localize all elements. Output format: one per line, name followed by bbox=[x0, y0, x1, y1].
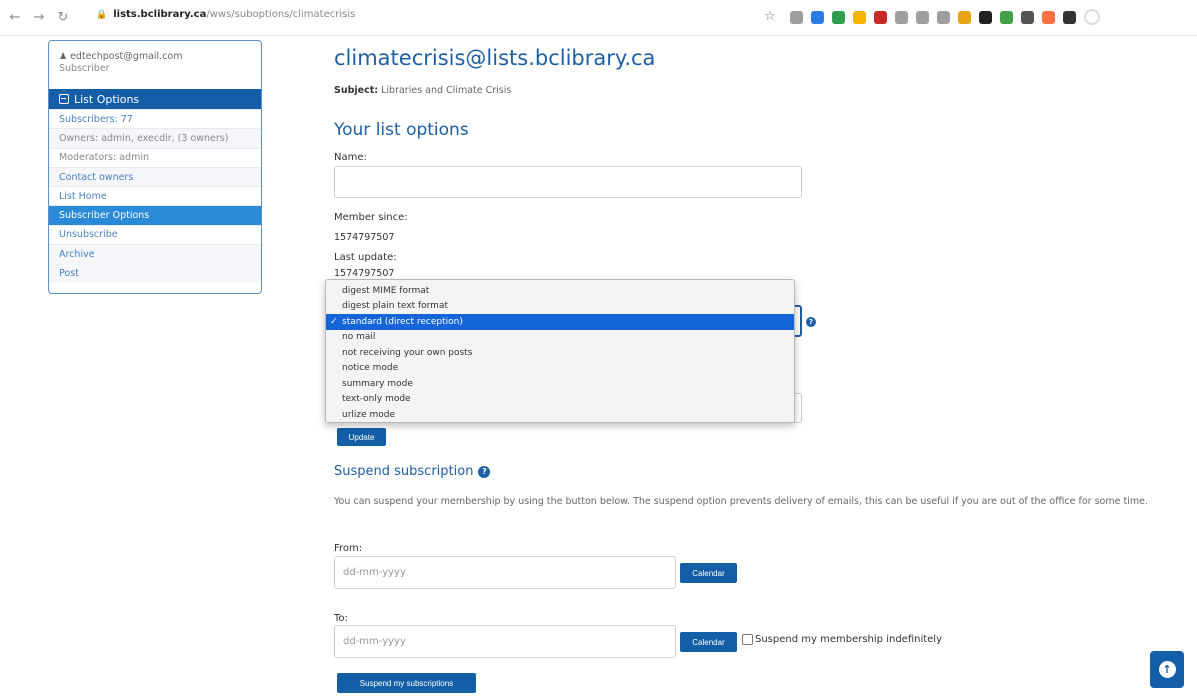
indefinitely-checkbox[interactable] bbox=[742, 634, 753, 645]
extension-icon[interactable] bbox=[874, 10, 887, 24]
arrow-up-icon: ↑ bbox=[1158, 661, 1176, 678]
to-label: To: bbox=[334, 613, 348, 624]
extension-icon[interactable] bbox=[958, 10, 971, 24]
forward-arrow-icon[interactable]: → bbox=[30, 9, 48, 27]
option-label: not receiving your own posts bbox=[342, 347, 473, 358]
sidebar-item-unsubscribe[interactable]: Unsubscribe bbox=[49, 224, 261, 245]
option-label: digest MIME format bbox=[342, 285, 430, 296]
last-update-value: 1574797507 bbox=[334, 268, 395, 279]
option-label: summary mode bbox=[342, 378, 413, 389]
user-icon: ♟ bbox=[59, 51, 68, 62]
extension-icon[interactable] bbox=[1042, 10, 1055, 24]
option-label: digest plain text format bbox=[342, 301, 448, 312]
url-path: /wws/suboptions/climatecrisis bbox=[206, 9, 356, 20]
main-content: climatecrisis@lists.bclibrary.ca Subject… bbox=[334, 40, 1194, 96]
lock-icon: 🔒 bbox=[96, 9, 108, 20]
sidebar-item-contact-owners[interactable]: Contact owners bbox=[49, 166, 261, 187]
help-icon[interactable]: ? bbox=[478, 465, 491, 478]
extension-icon[interactable] bbox=[1063, 10, 1076, 24]
option-standard-selected[interactable]: ✓ standard (direct reception) bbox=[326, 314, 794, 330]
option-notice-mode[interactable]: notice mode bbox=[326, 361, 794, 377]
option-text-only-mode[interactable]: text-only mode bbox=[326, 392, 794, 408]
sidebar-item-owners: Owners: admin, execdir, (3 owners) bbox=[49, 128, 261, 148]
member-since-label: Member since: bbox=[334, 212, 408, 223]
url-host: lists.bclibrary.ca bbox=[113, 9, 207, 20]
sidebar: ♟ edtechpost@gmail.com Subscriber List O… bbox=[48, 40, 262, 294]
extension-icon[interactable] bbox=[895, 10, 908, 24]
back-arrow-icon[interactable]: ← bbox=[6, 9, 24, 27]
reception-mode-dropdown: digest MIME format digest plain text for… bbox=[325, 279, 795, 423]
extension-icon[interactable] bbox=[937, 10, 950, 24]
option-digest-mime[interactable]: digest MIME format bbox=[326, 283, 794, 299]
address-bar[interactable]: 🔒 lists.bclibrary.ca/wws/suboptions/clim… bbox=[96, 9, 355, 20]
option-no-mail[interactable]: no mail bbox=[326, 330, 794, 346]
list-options-icon bbox=[59, 94, 69, 104]
indefinitely-option[interactable]: Suspend my membership indefinitely bbox=[742, 634, 942, 645]
last-update-label: Last update: bbox=[334, 252, 397, 263]
browser-toolbar: ← → ↻ 🔒 lists.bclibrary.ca/wws/suboption… bbox=[0, 0, 1197, 36]
profile-avatar-icon[interactable] bbox=[1084, 9, 1100, 25]
option-label: text-only mode bbox=[342, 394, 411, 405]
list-options-title: List Options bbox=[74, 92, 140, 106]
user-role: Subscriber bbox=[59, 63, 110, 74]
subject-label: Subject: bbox=[334, 85, 379, 96]
option-label: standard (direct reception) bbox=[342, 316, 463, 327]
name-label: Name: bbox=[334, 152, 367, 163]
from-date-input[interactable]: dd-mm-yyyy bbox=[334, 556, 676, 589]
option-label: no mail bbox=[342, 332, 376, 343]
checkmark-icon: ✓ bbox=[330, 316, 338, 327]
option-label: urlize mode bbox=[342, 409, 396, 420]
extension-icon[interactable] bbox=[979, 10, 992, 24]
suspend-title: Suspend subscription bbox=[334, 464, 474, 479]
suspend-heading: Suspend subscription ? bbox=[334, 464, 491, 479]
option-not-receiving-own-posts[interactable]: not receiving your own posts bbox=[326, 345, 794, 361]
suspend-description: You can suspend your membership by using… bbox=[334, 496, 1148, 507]
subject-value: Libraries and Climate Crisis bbox=[381, 85, 512, 96]
option-label: notice mode bbox=[342, 363, 399, 374]
sidebar-item-subscribers[interactable]: Subscribers: 77 bbox=[49, 109, 261, 129]
list-title: climatecrisis@lists.bclibrary.ca bbox=[334, 46, 656, 70]
extension-icon[interactable] bbox=[916, 10, 929, 24]
from-calendar-button[interactable]: Calendar bbox=[680, 563, 737, 583]
extension-icon[interactable] bbox=[853, 10, 866, 24]
option-digest-plain-text[interactable]: digest plain text format bbox=[326, 299, 794, 315]
sidebar-item-archive[interactable]: Archive bbox=[49, 244, 261, 264]
extension-icon[interactable] bbox=[790, 10, 803, 24]
extension-icon[interactable] bbox=[1000, 10, 1013, 24]
scroll-to-top-button[interactable]: ↑ bbox=[1150, 651, 1184, 688]
to-calendar-button[interactable]: Calendar bbox=[680, 632, 737, 652]
bookmark-star-icon[interactable]: ☆ bbox=[764, 9, 776, 24]
sidebar-item-subscriber-options[interactable]: Subscriber Options bbox=[49, 205, 261, 225]
option-summary-mode[interactable]: summary mode bbox=[326, 376, 794, 392]
suspend-subscriptions-button[interactable]: Suspend my subscriptions bbox=[337, 673, 476, 693]
extensions-toolbar bbox=[790, 9, 1100, 25]
user-info: ♟ edtechpost@gmail.com Subscriber bbox=[49, 41, 261, 89]
sidebar-item-list-home[interactable]: List Home bbox=[49, 186, 261, 206]
extension-icon[interactable] bbox=[811, 10, 824, 24]
options-title: Your list options bbox=[334, 120, 469, 140]
sidebar-item-post[interactable]: Post bbox=[49, 263, 261, 283]
help-icon[interactable]: ? bbox=[806, 317, 816, 327]
sidebar-item-moderators: Moderators: admin bbox=[49, 147, 261, 167]
list-subject: Subject: Libraries and Climate Crisis bbox=[334, 85, 1194, 96]
member-since-value: 1574797507 bbox=[334, 232, 395, 243]
from-label: From: bbox=[334, 543, 363, 554]
extension-icon[interactable] bbox=[1021, 10, 1034, 24]
indefinitely-label: Suspend my membership indefinitely bbox=[755, 634, 942, 645]
reload-icon[interactable]: ↻ bbox=[54, 9, 72, 27]
update-button[interactable]: Update bbox=[337, 428, 386, 446]
user-email-line: ♟ edtechpost@gmail.com bbox=[59, 51, 251, 62]
user-email: edtechpost@gmail.com bbox=[70, 51, 183, 62]
name-input[interactable] bbox=[334, 166, 802, 198]
extension-icon[interactable] bbox=[832, 10, 845, 24]
list-options-header: List Options bbox=[49, 89, 261, 109]
option-urlize-mode[interactable]: urlize mode bbox=[326, 407, 794, 423]
to-date-input[interactable]: dd-mm-yyyy bbox=[334, 625, 676, 658]
